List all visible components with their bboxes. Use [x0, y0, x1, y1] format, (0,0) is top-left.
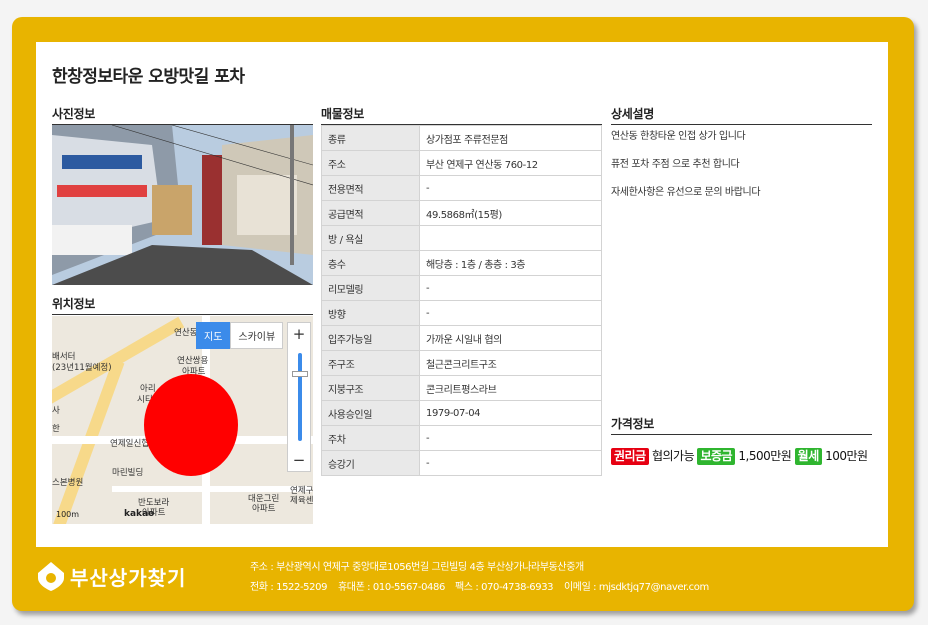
listing-key: 전용면적	[321, 175, 420, 201]
rent-value: 100만원	[825, 449, 868, 463]
listing-row: 주소 부산 연제구 연산동 760-12	[321, 150, 602, 176]
listing-row: 승강기 -	[321, 450, 602, 476]
deposit-value: 1,500만원	[738, 449, 792, 463]
location-marker[interactable]	[144, 374, 238, 476]
listing-card: 한창정보타운 오방맛길 포차 사진정보 위치정보 연산동 연산쌍용 아파트 연제…	[36, 42, 888, 547]
map-view-button[interactable]: 지도	[196, 322, 231, 349]
listing-value: 해당층 : 1층 / 총층 : 3층	[419, 250, 602, 276]
footer-email[interactable]: 이메일 : mjsdktjq77@naver.com	[564, 578, 709, 593]
home-pin-icon	[38, 562, 64, 591]
map-label: 연제일신협	[110, 439, 150, 449]
footer-mobile: 휴대폰 : 010-5567-0486	[338, 582, 445, 593]
listing-row: 입주가능일 가까운 시일내 협의	[321, 325, 602, 351]
listing-value: 상가점포 주류전문점	[419, 125, 602, 151]
footer-address: 주소 : 부산광역시 연제구 중앙대로1056번길 그린빌딩 4층 부산상가나라…	[250, 562, 584, 573]
listing-row: 주구조 철근콘크리트구조	[321, 350, 602, 376]
page-title: 한창정보타운 오방맛길 포차	[52, 67, 245, 87]
listing-key: 방향	[321, 300, 420, 326]
zoom-out-button[interactable]: −	[288, 449, 310, 471]
map-label: 연산동	[174, 328, 198, 338]
zoom-track[interactable]	[298, 353, 302, 441]
premium-badge: 권리금	[611, 448, 649, 465]
listing-row: 사용승인일 1979-07-04	[321, 400, 602, 426]
listing-row: 지붕구조 콘크리트평스라브	[321, 375, 602, 401]
map-label: 사	[52, 406, 60, 416]
listing-key: 승강기	[321, 450, 420, 476]
map-brand: kakao	[124, 509, 155, 519]
listing-row: 종류 상가점포 주류전문점	[321, 125, 602, 151]
listing-value: 철근콘크리트구조	[419, 350, 602, 376]
zoom-in-button[interactable]: +	[288, 323, 310, 345]
description-line: 연산동 한창타운 인접 상가 입니다	[611, 131, 746, 142]
detail-description: 연산동 한창타운 인접 상가 입니다 퓨전 포차 주점 으로 추천 합니다 자세…	[611, 127, 761, 211]
price-section-heading: 가격정보	[611, 415, 872, 435]
listing-row: 방향 -	[321, 300, 602, 326]
listing-value: 1979-07-04	[419, 400, 602, 426]
listing-value	[419, 225, 602, 251]
listing-key: 공급면적	[321, 200, 420, 226]
zoom-control: + −	[287, 322, 311, 472]
footer-phone: 전화 : 1522-5209	[250, 582, 328, 593]
skyview-button[interactable]: 스카이뷰	[230, 322, 284, 349]
map-scale: 100m	[56, 510, 80, 519]
property-photo[interactable]	[52, 125, 313, 285]
footer-fax: 팩스 : 070-4738-6933	[455, 582, 554, 593]
listing-key: 사용승인일	[321, 400, 420, 426]
listing-value: 49.5868㎡(15평)	[419, 200, 602, 226]
listing-row: 리모델링 -	[321, 275, 602, 301]
listing-value: 부산 연제구 연산동 760-12	[419, 150, 602, 176]
listing-section-heading: 매물정보	[321, 105, 602, 125]
price-info: 권리금 협의가능 보증금 1,500만원 월세 100만원	[611, 445, 872, 468]
listing-value: 가까운 시일내 협의	[419, 325, 602, 351]
listing-row: 전용면적 -	[321, 175, 602, 201]
description-line: 퓨전 포차 주점 으로 추천 합니다	[611, 159, 740, 170]
photo-section-heading: 사진정보	[52, 105, 313, 125]
listing-value: 콘크리트평스라브	[419, 375, 602, 401]
map-label: (23년11월예정)	[52, 363, 112, 373]
zoom-handle[interactable]	[292, 371, 308, 377]
listing-row: 방 / 욕실	[321, 225, 602, 251]
map-label: 연제구	[290, 486, 313, 496]
listing-key: 주차	[321, 425, 420, 451]
street-photo-illustration	[52, 125, 313, 285]
listing-value: -	[419, 175, 602, 201]
listing-value: -	[419, 450, 602, 476]
location-section-heading: 위치정보	[52, 295, 313, 315]
listing-key: 방 / 욕실	[321, 225, 420, 251]
listing-key: 주구조	[321, 350, 420, 376]
map-label: 마린빌딩	[112, 468, 144, 478]
listing-key: 리모델링	[321, 275, 420, 301]
map-label: 아파트	[252, 504, 276, 514]
premium-value: 협의가능	[651, 449, 695, 463]
listing-key: 입주가능일	[321, 325, 420, 351]
listing-table: 종류 상가점포 주류전문점 주소 부산 연제구 연산동 760-12 전용면적 - 공급면적…	[321, 125, 602, 476]
listing-value: -	[419, 300, 602, 326]
listing-key: 지붕구조	[321, 375, 420, 401]
footer-logo[interactable]: 부산상가찾기	[36, 560, 186, 592]
map-label: 스본병원	[52, 478, 84, 488]
detail-section-heading: 상세설명	[611, 105, 872, 125]
listing-key: 층수	[321, 250, 420, 276]
listing-key: 종류	[321, 125, 420, 151]
logo-text: 부산상가찾기	[70, 565, 187, 590]
map-road	[112, 486, 312, 492]
listing-row: 층수 해당층 : 1층 / 총층 : 3층	[321, 250, 602, 276]
listing-key: 주소	[321, 150, 420, 176]
rent-badge: 월세	[794, 448, 822, 465]
listing-value: -	[419, 425, 602, 451]
listing-row: 공급면적 49.5868㎡(15평)	[321, 200, 602, 226]
listing-row: 주차 -	[321, 425, 602, 451]
map-type-toggle: 지도 스카이뷰	[196, 322, 284, 349]
listing-value: -	[419, 275, 602, 301]
description-line: 자세한사항은 유선으로 문의 바랍니다	[611, 187, 761, 198]
map-label: 한	[52, 424, 60, 434]
location-map[interactable]: 연산동 연산쌍용 아파트 연제일신협 마린빌딩 반도보라 아파트 대운그린 아파…	[52, 316, 313, 524]
deposit-badge: 보증금	[697, 448, 736, 465]
